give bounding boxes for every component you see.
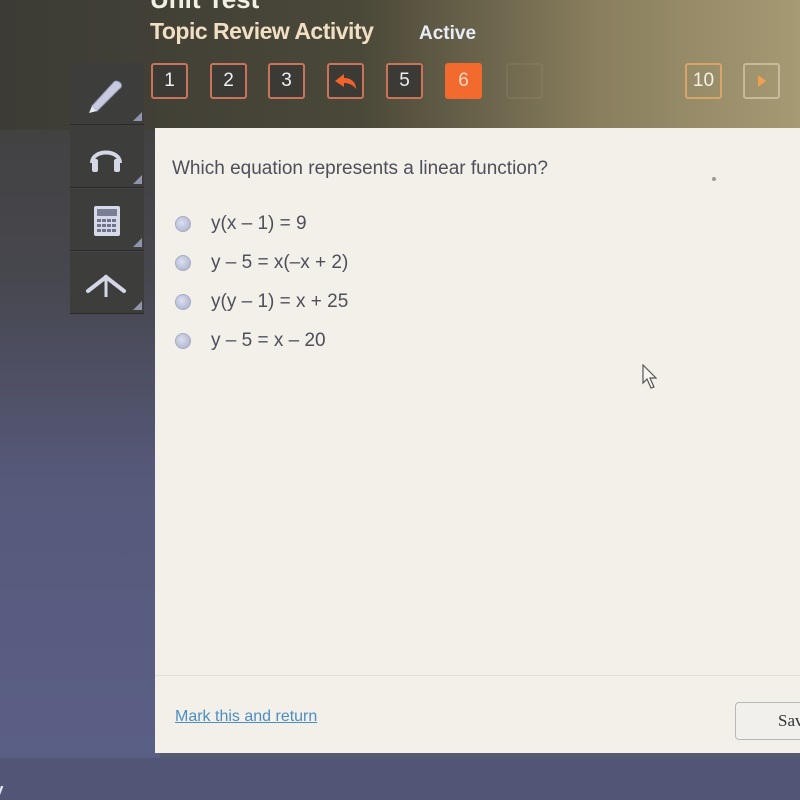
answer-option[interactable]: y(x – 1) = 9 bbox=[175, 204, 348, 243]
pencil-icon bbox=[89, 80, 122, 113]
taskbar-text: y bbox=[0, 780, 3, 800]
question-panel: Which equation represents a linear funct… bbox=[155, 128, 800, 753]
screen-speck bbox=[712, 177, 716, 181]
next-button[interactable] bbox=[743, 63, 780, 99]
calculator-tool-button[interactable] bbox=[70, 189, 144, 251]
activity-title: Topic Review Activity bbox=[150, 18, 374, 44]
radio-button[interactable] bbox=[175, 254, 191, 271]
question-10-button[interactable]: 10 bbox=[685, 63, 722, 99]
reference-tool-button[interactable] bbox=[70, 252, 144, 314]
mouse-cursor-icon bbox=[642, 363, 662, 395]
radio-button[interactable] bbox=[175, 332, 191, 349]
question-3-button[interactable]: 3 bbox=[268, 63, 305, 99]
pencil-tool-button[interactable] bbox=[70, 63, 144, 125]
taskbar bbox=[0, 758, 800, 800]
next-arrow-icon bbox=[757, 75, 766, 87]
mark-and-return-link[interactable]: Mark this and return bbox=[175, 708, 317, 726]
status-label: Active bbox=[419, 23, 477, 44]
tool-menu-indicator bbox=[133, 238, 142, 247]
question-hidden-button[interactable] bbox=[506, 63, 543, 99]
question-4-button[interactable] bbox=[327, 63, 364, 99]
calculator-icon bbox=[94, 206, 120, 236]
unit-title: Unit Test bbox=[150, 0, 259, 15]
return-arrow-icon bbox=[334, 74, 356, 89]
compass-icon bbox=[86, 274, 126, 297]
audio-tool-button[interactable] bbox=[70, 126, 144, 188]
option-label: y – 5 = x(–x + 2) bbox=[211, 251, 349, 273]
question-6-button[interactable]: 6 bbox=[445, 63, 482, 99]
question-1-button[interactable]: 1 bbox=[151, 63, 188, 99]
option-label: y – 5 = x – 20 bbox=[211, 329, 326, 351]
save-and-exit-button[interactable]: Save and Exit bbox=[735, 702, 800, 740]
answer-option[interactable]: y – 5 = x(–x + 2) bbox=[175, 243, 348, 282]
headphones-icon bbox=[90, 150, 122, 172]
question-2-button[interactable]: 2 bbox=[210, 63, 247, 99]
option-label: y(x – 1) = 9 bbox=[211, 212, 307, 234]
option-label: y(y – 1) = x + 25 bbox=[211, 290, 349, 312]
tool-menu-indicator bbox=[133, 112, 142, 121]
radio-button[interactable] bbox=[175, 215, 191, 232]
answer-options: y(x – 1) = 9 y – 5 = x(–x + 2) y(y – 1) … bbox=[175, 204, 348, 360]
answer-option[interactable]: y – 5 = x – 20 bbox=[175, 321, 348, 360]
question-prompt: Which equation represents a linear funct… bbox=[172, 158, 549, 179]
tool-menu-indicator bbox=[133, 301, 142, 310]
answer-option[interactable]: y(y – 1) = x + 25 bbox=[175, 282, 348, 321]
tool-sidebar bbox=[70, 63, 144, 315]
question-5-button[interactable]: 5 bbox=[386, 63, 423, 99]
footer-divider bbox=[155, 675, 800, 676]
tool-menu-indicator bbox=[133, 175, 142, 184]
radio-button[interactable] bbox=[175, 293, 191, 310]
